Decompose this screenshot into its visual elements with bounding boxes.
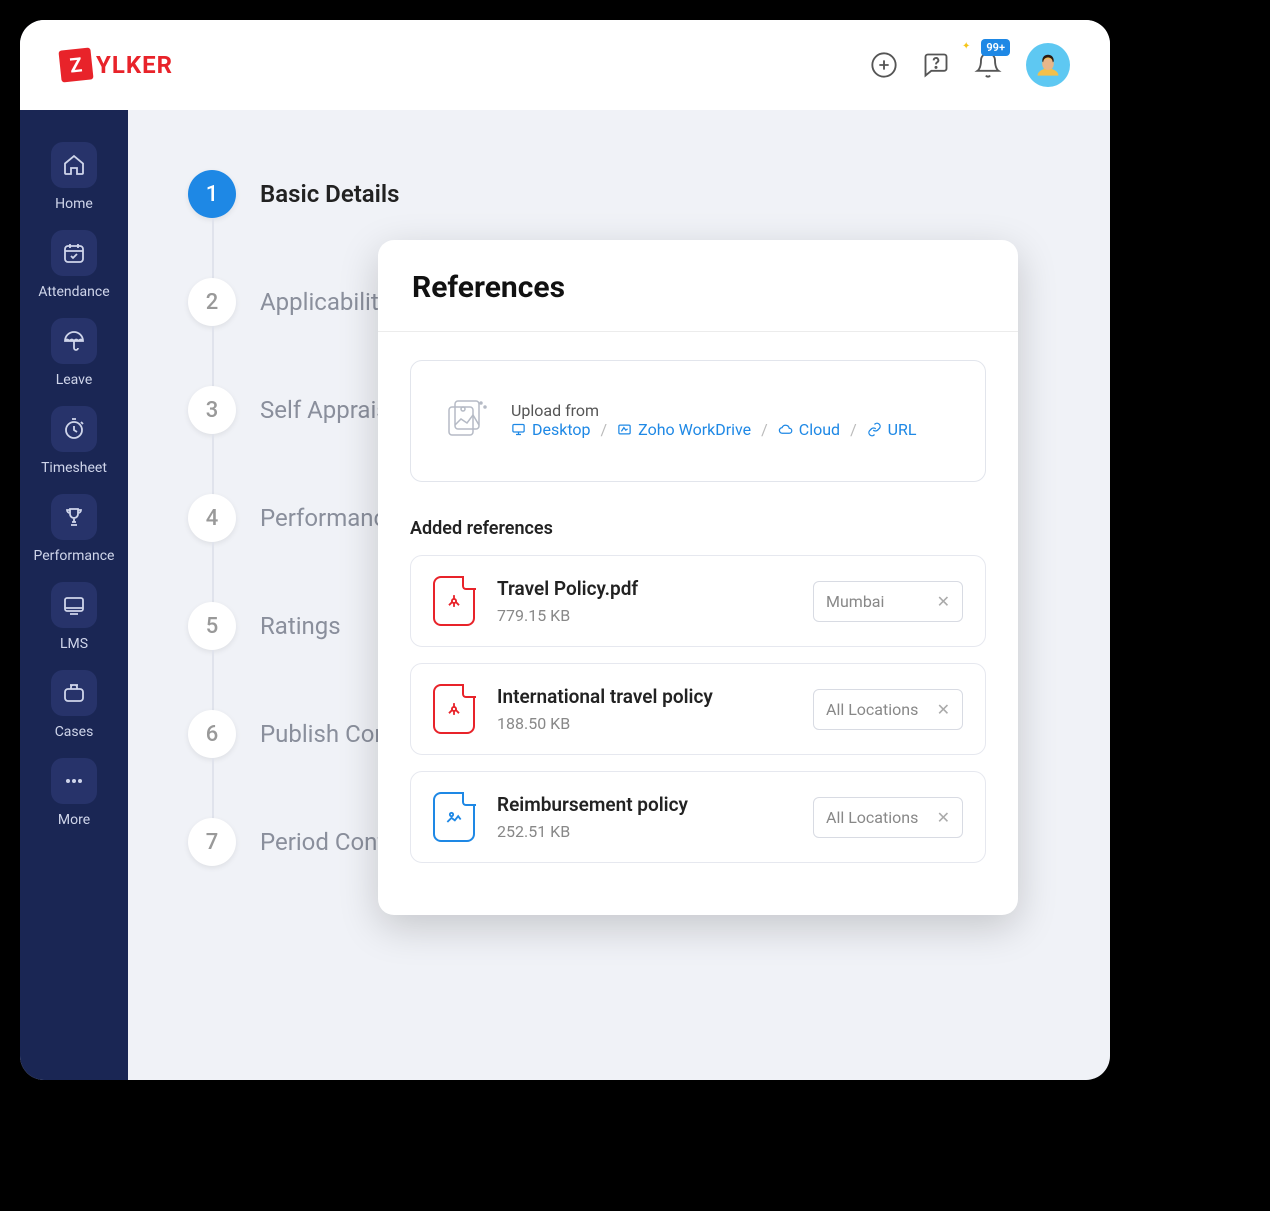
- added-references-heading: Added references: [410, 518, 986, 539]
- sidebar-item-attendance[interactable]: Attendance: [38, 226, 109, 304]
- step-number: 5: [188, 602, 236, 650]
- step-number: 2: [188, 278, 236, 326]
- notification-badge: 99+: [981, 39, 1010, 56]
- tag-label: All Locations: [826, 808, 918, 827]
- sidebar: Home Attendance Leave Timesheet Performa…: [20, 110, 128, 1080]
- step-label: Applicability: [260, 288, 390, 316]
- trophy-icon: [51, 494, 97, 540]
- upload-label: Upload from: [511, 401, 599, 420]
- step-label: Basic Details: [260, 180, 400, 208]
- sidebar-item-timesheet[interactable]: Timesheet: [41, 402, 107, 480]
- step-basic-details[interactable]: 1 Basic Details: [188, 170, 1110, 218]
- app-window: Z YLKER ✦ 99+ Home A: [20, 20, 1110, 1080]
- close-icon[interactable]: ✕: [937, 700, 950, 719]
- briefcase-icon: [51, 670, 97, 716]
- upload-desktop[interactable]: Desktop: [511, 420, 591, 439]
- pdf-file-icon: [433, 576, 475, 626]
- reference-info: International travel policy 188.50 KB: [497, 685, 791, 733]
- add-icon[interactable]: [870, 51, 898, 79]
- logo[interactable]: Z YLKER: [60, 49, 173, 81]
- sidebar-label: Attendance: [38, 284, 109, 300]
- help-icon[interactable]: [922, 51, 950, 79]
- step-number: 4: [188, 494, 236, 542]
- reference-size: 188.50 KB: [497, 714, 791, 733]
- step-number: 1: [188, 170, 236, 218]
- close-icon[interactable]: ✕: [937, 592, 950, 611]
- sidebar-item-cases[interactable]: Cases: [51, 666, 97, 744]
- sidebar-item-leave[interactable]: Leave: [51, 314, 97, 392]
- tag-label: All Locations: [826, 700, 918, 719]
- main: 1 Basic Details 2 Applicability 3 Self A…: [128, 110, 1110, 1080]
- more-icon: [51, 758, 97, 804]
- location-tag[interactable]: Mumbai ✕: [813, 581, 963, 622]
- pdf-file-icon: [433, 684, 475, 734]
- sidebar-item-home[interactable]: Home: [51, 138, 97, 216]
- notifications-icon[interactable]: ✦ 99+: [974, 51, 1002, 79]
- logo-text: YLKER: [96, 51, 173, 79]
- sidebar-label: Home: [55, 196, 93, 212]
- calendar-check-icon: [51, 230, 97, 276]
- sidebar-label: Leave: [56, 372, 93, 388]
- reference-info: Reimbursement policy 252.51 KB: [497, 793, 791, 841]
- panel-body: Upload from Desktop / Zoho WorkDrive / C…: [378, 332, 1018, 915]
- header-actions: ✦ 99+: [870, 43, 1070, 87]
- sidebar-label: Cases: [55, 724, 94, 740]
- header: Z YLKER ✦ 99+: [20, 20, 1110, 110]
- upload-image-icon: [441, 395, 489, 447]
- location-tag[interactable]: All Locations ✕: [813, 797, 963, 838]
- upload-cloud[interactable]: Cloud: [778, 420, 840, 439]
- reference-item: Travel Policy.pdf 779.15 KB Mumbai ✕: [410, 555, 986, 647]
- reference-size: 779.15 KB: [497, 606, 791, 625]
- close-icon[interactable]: ✕: [937, 808, 950, 827]
- reference-info: Travel Policy.pdf 779.15 KB: [497, 577, 791, 625]
- image-file-icon: [433, 792, 475, 842]
- logo-badge: Z: [58, 47, 93, 82]
- reference-item: International travel policy 188.50 KB Al…: [410, 663, 986, 755]
- reference-name: Reimbursement policy: [497, 793, 791, 816]
- separator: /: [601, 420, 608, 439]
- sidebar-label: Performance: [34, 548, 115, 564]
- sidebar-item-performance[interactable]: Performance: [34, 490, 115, 568]
- sidebar-label: LMS: [60, 636, 88, 652]
- tag-label: Mumbai: [826, 592, 884, 611]
- upload-workdrive[interactable]: Zoho WorkDrive: [617, 420, 751, 439]
- home-icon: [51, 142, 97, 188]
- references-panel: References Upload from Desktop / Zoho Wo…: [378, 240, 1018, 915]
- upload-url[interactable]: URL: [867, 420, 917, 439]
- panel-title: References: [378, 240, 1018, 332]
- reference-name: Travel Policy.pdf: [497, 577, 791, 600]
- sidebar-item-more[interactable]: More: [51, 754, 97, 832]
- umbrella-icon: [51, 318, 97, 364]
- reference-item: Reimbursement policy 252.51 KB All Locat…: [410, 771, 986, 863]
- sparkle-icon: ✦: [962, 41, 970, 52]
- step-number: 7: [188, 818, 236, 866]
- avatar[interactable]: [1026, 43, 1070, 87]
- upload-sources: Desktop / Zoho WorkDrive / Cloud / URL: [511, 420, 917, 439]
- sidebar-item-lms[interactable]: LMS: [51, 578, 97, 656]
- upload-box: Upload from Desktop / Zoho WorkDrive / C…: [410, 360, 986, 482]
- step-number: 6: [188, 710, 236, 758]
- step-number: 3: [188, 386, 236, 434]
- sidebar-label: Timesheet: [41, 460, 107, 476]
- separator: /: [761, 420, 768, 439]
- upload-text: Upload from Desktop / Zoho WorkDrive / C…: [511, 401, 955, 441]
- reference-size: 252.51 KB: [497, 822, 791, 841]
- separator: /: [850, 420, 857, 439]
- step-label: Ratings: [260, 612, 341, 640]
- stopwatch-icon: [51, 406, 97, 452]
- board-icon: [51, 582, 97, 628]
- location-tag[interactable]: All Locations ✕: [813, 689, 963, 730]
- sidebar-label: More: [58, 812, 90, 828]
- reference-name: International travel policy: [497, 685, 791, 708]
